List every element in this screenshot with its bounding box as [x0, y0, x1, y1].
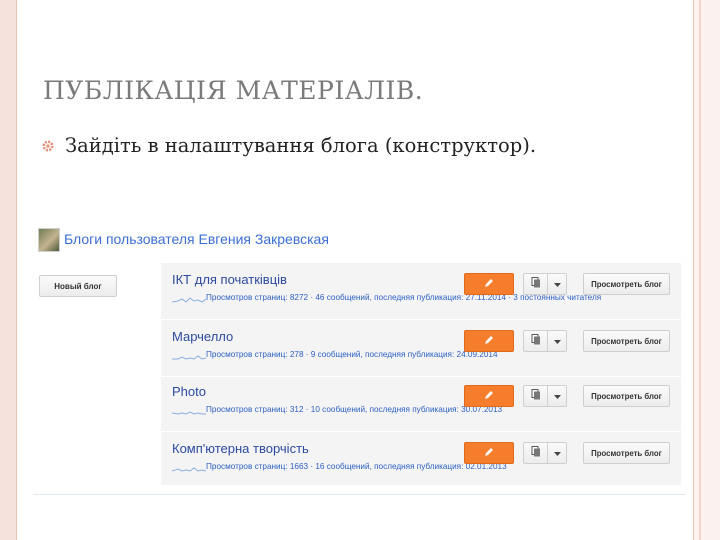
document-copy-icon: [531, 275, 541, 293]
blog-row: ІКТ для початківців Просмотров страниц: …: [161, 263, 681, 319]
bullet-text: Зайдіть в налаштування блога (конструкто…: [65, 134, 537, 157]
posts-button[interactable]: [523, 330, 548, 352]
left-decorative-stripe: [0, 0, 17, 540]
sparkline: [172, 297, 206, 303]
blog-row: Марчелло Просмотров страниц: 278 · 9 соо…: [161, 320, 681, 376]
pencil-icon: [484, 275, 494, 293]
blogs-header[interactable]: Блоги пользователя Евгения Закревская: [64, 231, 329, 247]
blog-stats: Просмотров страниц: 278 · 9 сообщений, п…: [206, 350, 498, 359]
view-blog-button[interactable]: Просмотреть блог: [583, 385, 670, 407]
blogger-dashboard-screenshot: Блоги пользователя Евгения Закревская Но…: [34, 222, 684, 490]
view-blog-button[interactable]: Просмотреть блог: [583, 442, 670, 464]
document-copy-icon: [531, 387, 541, 405]
chevron-down-icon: [553, 387, 561, 405]
blog-list: ІКТ для початківців Просмотров страниц: …: [161, 263, 681, 485]
blog-title[interactable]: ІКТ для початківців: [172, 272, 287, 287]
blog-stats: Просмотров страниц: 1663 · 16 сообщений,…: [206, 462, 507, 471]
edit-button[interactable]: [464, 442, 514, 464]
pencil-icon: [484, 332, 494, 350]
document-copy-icon: [531, 332, 541, 350]
chevron-down-icon: [553, 275, 561, 293]
edit-button[interactable]: [464, 330, 514, 352]
posts-button[interactable]: [523, 442, 548, 464]
more-options-dropdown[interactable]: [547, 385, 567, 407]
chevron-down-icon: [553, 332, 561, 350]
blog-row: Комп'ютерна творчість Просмотров страниц…: [161, 432, 681, 488]
chevron-down-icon: [553, 444, 561, 462]
new-blog-button[interactable]: Новый блог: [39, 275, 117, 297]
right-decorative-stripe: [693, 0, 720, 540]
posts-button[interactable]: [523, 385, 548, 407]
sparkline: [172, 467, 206, 472]
view-blog-button[interactable]: Просмотреть блог: [583, 330, 670, 352]
blog-stats: Просмотров страниц: 312 · 10 сообщений, …: [206, 405, 503, 414]
footer-divider: [33, 494, 685, 495]
more-options-dropdown[interactable]: [547, 330, 567, 352]
blog-title[interactable]: Марчелло: [172, 329, 233, 344]
avatar: [38, 228, 60, 252]
edit-button[interactable]: [464, 273, 514, 295]
more-options-dropdown[interactable]: [547, 273, 567, 295]
edit-button[interactable]: [464, 385, 514, 407]
pencil-icon: [484, 387, 494, 405]
sparkline: [172, 411, 206, 415]
pencil-icon: [484, 444, 494, 462]
slide-title: ПУБЛІКАЦІЯ МАТЕРІАЛІВ.: [43, 76, 424, 105]
blog-title[interactable]: Photo: [172, 384, 206, 399]
view-blog-button[interactable]: Просмотреть блог: [583, 273, 670, 295]
bullet-item: Зайдіть в налаштування блога (конструкто…: [42, 134, 536, 157]
more-options-dropdown[interactable]: [547, 442, 567, 464]
sparkline: [172, 355, 206, 360]
blog-title[interactable]: Комп'ютерна творчість: [172, 441, 309, 456]
blog-row: Photo Просмотров страниц: 312 · 10 сообщ…: [161, 375, 681, 431]
bullet-gear-icon: [42, 140, 54, 152]
document-copy-icon: [531, 444, 541, 462]
posts-button[interactable]: [523, 273, 548, 295]
